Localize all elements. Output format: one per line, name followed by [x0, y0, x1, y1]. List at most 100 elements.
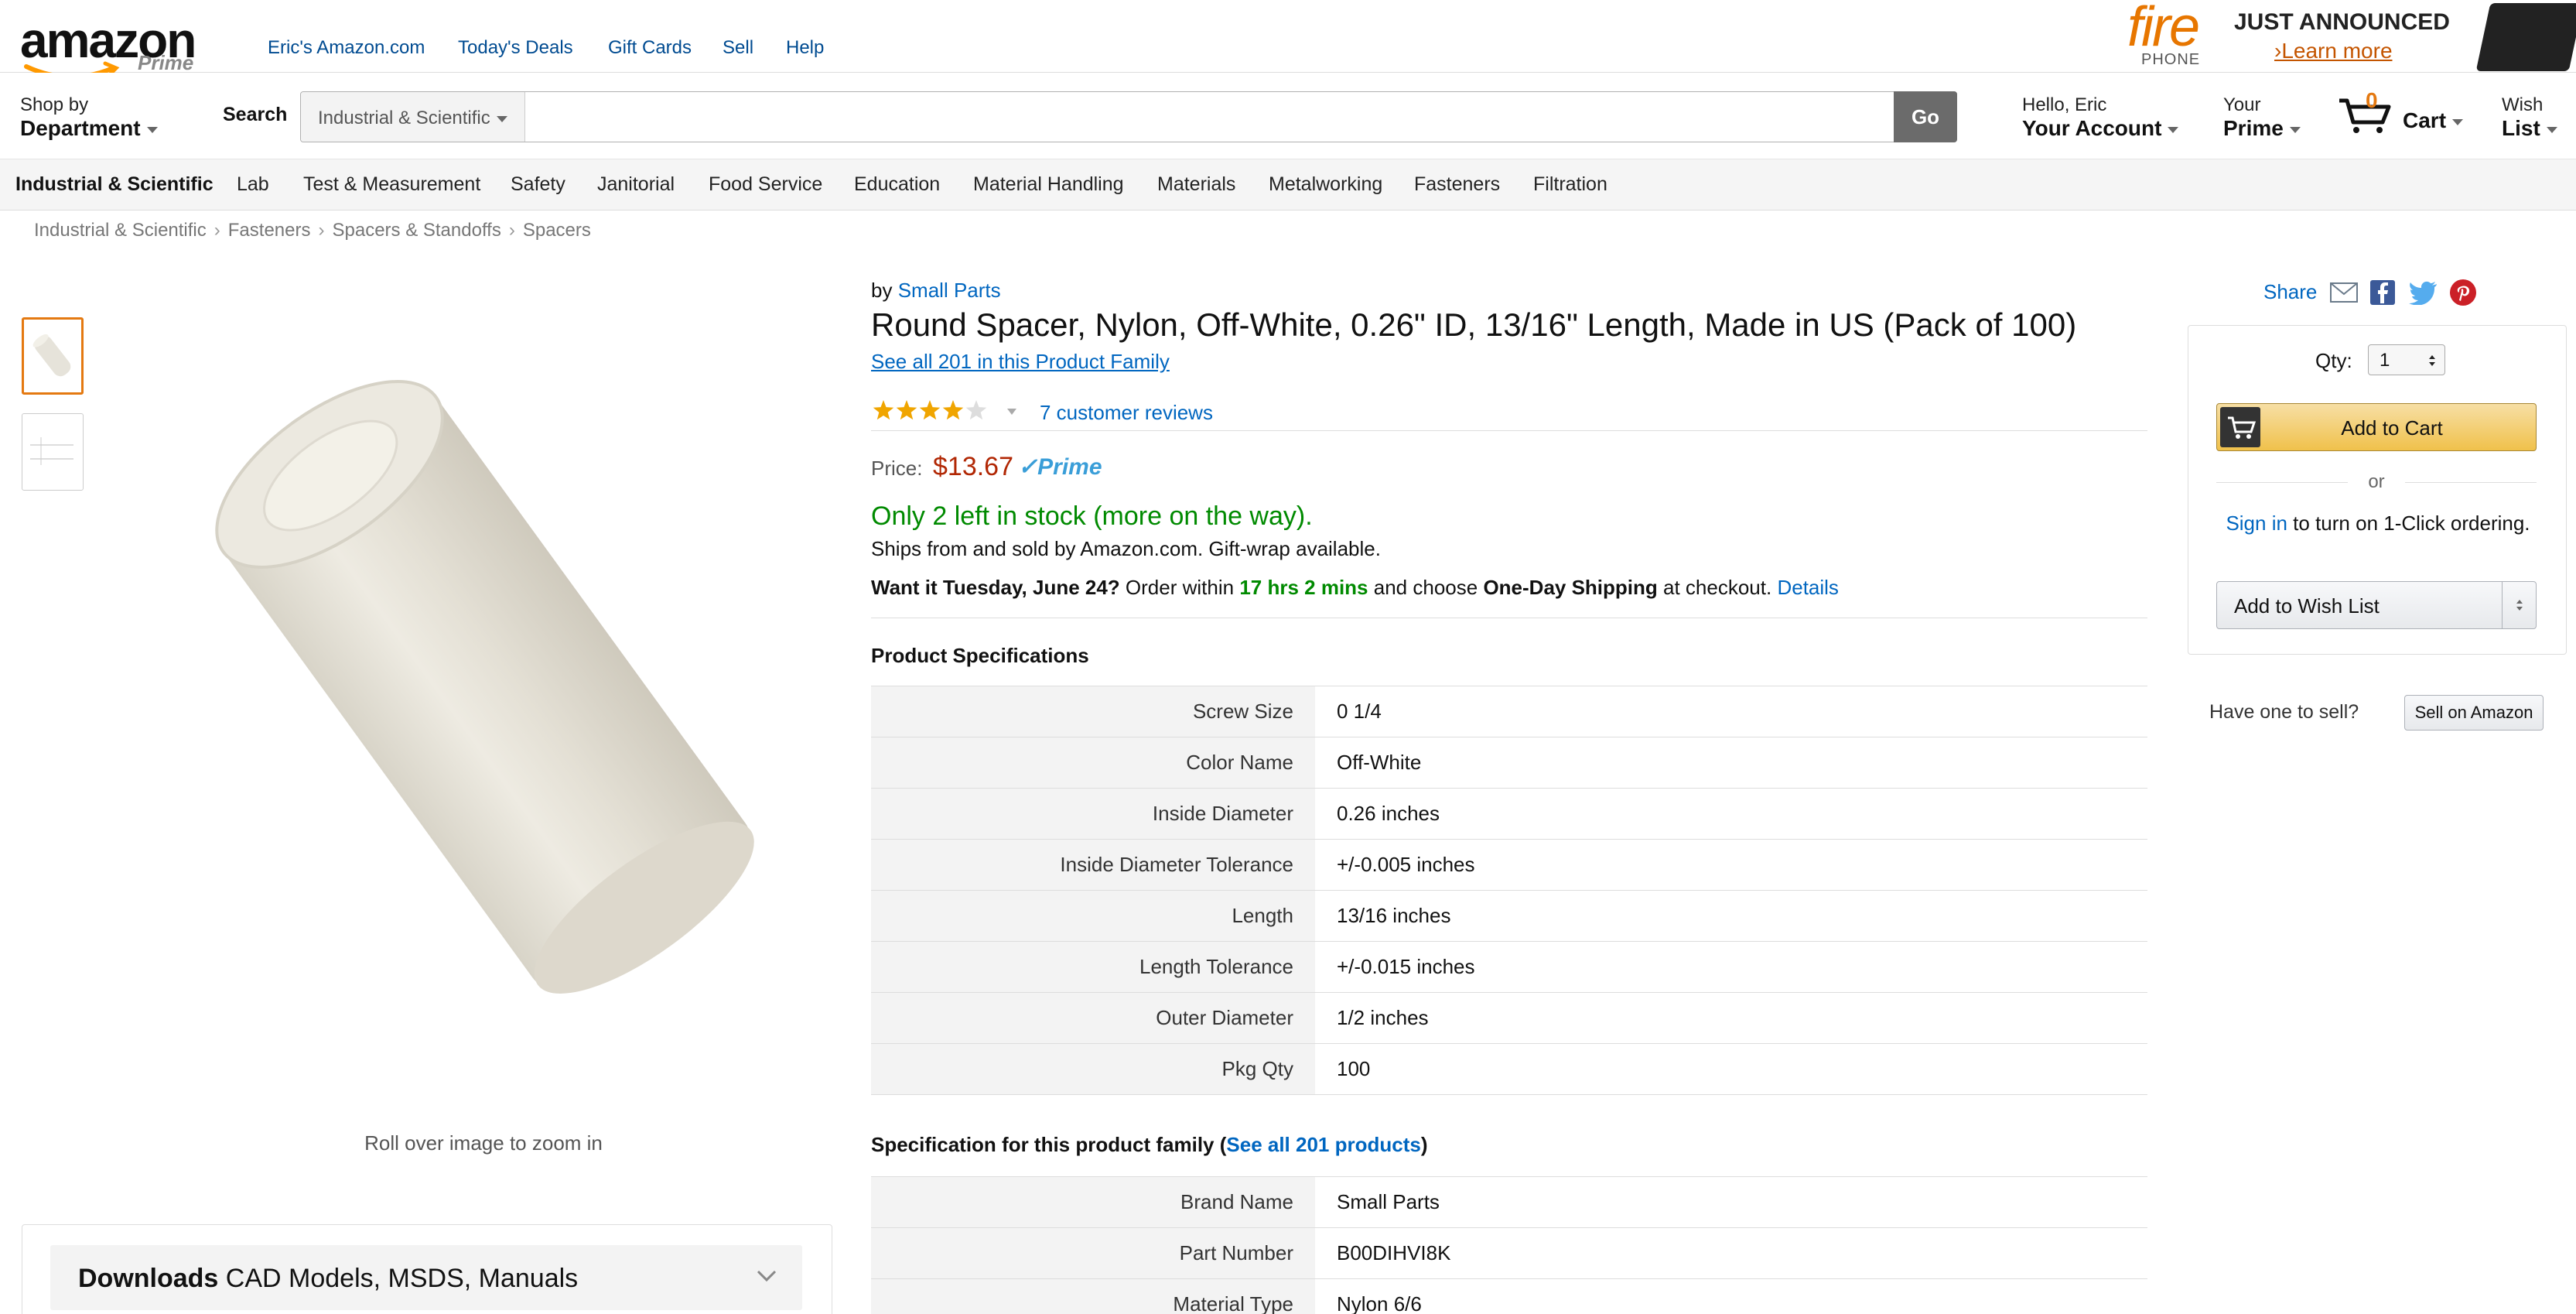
chevron-right-icon: ›	[508, 220, 515, 241]
sell-on-amazon-button[interactable]: Sell on Amazon	[2404, 695, 2544, 731]
wish-list-label: Add to Wish List	[2234, 594, 2380, 618]
qty-label: Qty:	[2315, 349, 2352, 372]
spec-value: +/-0.015 inches	[1315, 941, 2147, 993]
ad-learn-more[interactable]: ›Learn more	[2274, 39, 2393, 63]
link-your-amazon[interactable]: Eric's Amazon.com	[268, 37, 425, 59]
chevron-down-icon	[496, 115, 507, 122]
cat-metalworking[interactable]: Metalworking	[1269, 173, 1382, 196]
qty-value: 1	[2380, 350, 2390, 371]
spec-row: Material Type Nylon 6/6	[871, 1278, 2147, 1314]
go-button[interactable]: Go	[1894, 91, 1957, 142]
cat-materials[interactable]: Materials	[1157, 173, 1235, 196]
thumbnail-2[interactable]	[22, 413, 84, 491]
wish-list-menu[interactable]: Wish List	[2502, 94, 2557, 141]
search-input[interactable]	[527, 92, 1904, 142]
product-main-image[interactable]	[116, 310, 843, 1052]
spec-key: Part Number	[871, 1227, 1315, 1279]
crumb-industrial[interactable]: Industrial & Scientific	[34, 220, 207, 241]
crumb-spacers-standoffs[interactable]: Spacers & Standoffs	[332, 220, 501, 241]
cat-filtration[interactable]: Filtration	[1533, 173, 1607, 196]
spec-value: 100	[1315, 1043, 2147, 1095]
ad-sub: PHONE	[2141, 51, 2201, 68]
fire-phone-ad[interactable]: fire PHONE JUST ANNOUNCED ›Learn more	[2120, 0, 2576, 73]
one-click-text: to turn on 1-Click ordering.	[2293, 512, 2530, 535]
cat-food-service[interactable]: Food Service	[709, 173, 822, 196]
or-divider: or	[2216, 471, 2537, 493]
downloads-box: Downloads CAD Models, MSDS, Manuals	[22, 1224, 832, 1314]
share-label[interactable]: Share	[2263, 280, 2317, 304]
cat-fasteners[interactable]: Fasteners	[1414, 173, 1500, 196]
updown-icon	[2516, 600, 2523, 611]
add-to-wish-list-button[interactable]: Add to Wish List	[2216, 581, 2537, 629]
nav-row: Shop by Department Search Industrial & S…	[0, 73, 2576, 159]
cat-lab[interactable]: Lab	[237, 173, 269, 196]
and-choose: and choose	[1373, 576, 1478, 599]
divider	[871, 430, 2147, 431]
wish-list-dropdown[interactable]	[2502, 582, 2536, 628]
cat-education[interactable]: Education	[854, 173, 940, 196]
cat-janitorial[interactable]: Janitorial	[597, 173, 675, 196]
cat-material-handling[interactable]: Material Handling	[973, 173, 1124, 196]
facebook-icon[interactable]	[2370, 280, 2395, 305]
delivery-message: Want it Tuesday, June 24? Order within 1…	[871, 576, 1839, 600]
spec-row: Inside Diameter Tolerance +/-0.005 inches	[871, 839, 2147, 891]
at-checkout: at checkout.	[1663, 576, 1772, 599]
brand-link[interactable]: Small Parts	[898, 279, 1001, 302]
ad-headline: JUST ANNOUNCED	[2234, 9, 2450, 35]
cat-industrial[interactable]: Industrial & Scientific	[15, 173, 214, 196]
link-help[interactable]: Help	[786, 37, 824, 59]
amazon-logo[interactable]: amazon Prime	[20, 15, 198, 80]
spec-row: Brand Name Small Parts	[871, 1176, 2147, 1228]
spec-key: Inside Diameter	[871, 788, 1315, 840]
crumb-spacers[interactable]: Spacers	[523, 220, 591, 241]
twitter-icon[interactable]	[2409, 280, 2438, 305]
downloads-title: Downloads	[78, 1264, 219, 1293]
chevron-down-icon	[2546, 126, 2557, 133]
family-specs-table: Brand Name Small Parts Part Number B00DIHVI…	[871, 1176, 2147, 1314]
details-link[interactable]: Details	[1777, 576, 1838, 599]
wish-small: Wish	[2502, 94, 2544, 115]
star-icon	[873, 400, 894, 420]
spec-key: Color Name	[871, 737, 1315, 789]
spec-value: 13/16 inches	[1315, 890, 2147, 942]
link-gift-cards[interactable]: Gift Cards	[608, 37, 692, 59]
search-label: Search	[223, 104, 288, 125]
or-line-right	[2405, 482, 2537, 483]
your-prime-menu[interactable]: Your Prime	[2223, 94, 2301, 141]
cat-test-measurement[interactable]: Test & Measurement	[303, 173, 480, 196]
email-icon[interactable]	[2330, 282, 2358, 303]
thumbnail-1[interactable]	[22, 317, 84, 395]
specs-heading: Product Specifications	[871, 644, 1089, 667]
sign-in-link[interactable]: Sign in	[2226, 512, 2287, 535]
prime-small: Your	[2223, 94, 2261, 115]
zoom-hint: Roll over image to zoom in	[364, 1131, 603, 1155]
cat-safety[interactable]: Safety	[511, 173, 565, 196]
price-value: $13.67	[933, 452, 1013, 481]
search-category-value: Industrial & Scientific	[318, 108, 490, 128]
cart-button[interactable]: 0 Cart	[2338, 88, 2469, 136]
pinterest-icon[interactable]	[2449, 279, 2477, 306]
link-todays-deals[interactable]: Today's Deals	[458, 37, 573, 59]
updown-icon	[2429, 355, 2435, 366]
cart-icon	[2339, 98, 2391, 133]
chevron-down-icon	[757, 1270, 777, 1282]
search-category-select[interactable]: Industrial & Scientific	[301, 92, 525, 142]
prime-label: Prime	[2223, 116, 2284, 140]
chevron-down-icon[interactable]	[1006, 407, 1018, 416]
by-text: by	[871, 279, 893, 302]
customer-reviews-link[interactable]: 7 customer reviews	[1040, 401, 1213, 425]
link-sell[interactable]: Sell	[723, 37, 753, 59]
downloads-header[interactable]: Downloads CAD Models, MSDS, Manuals	[50, 1245, 802, 1310]
spec-key: Outer Diameter	[871, 992, 1315, 1044]
shop-by-department[interactable]: Shop by Department	[20, 94, 158, 141]
star-rating[interactable]	[871, 398, 995, 424]
family-heading-b: )	[1420, 1133, 1428, 1156]
order-within: Order within	[1125, 576, 1235, 599]
add-to-cart-button[interactable]: Add to Cart	[2216, 403, 2537, 451]
spec-row: Screw Size 0 1/4	[871, 686, 2147, 737]
product-family-link[interactable]: See all 201 in this Product Family	[871, 350, 1170, 374]
your-account-menu[interactable]: Hello, Eric Your Account	[2022, 94, 2179, 141]
crumb-fasteners[interactable]: Fasteners	[228, 220, 311, 241]
quantity-select[interactable]: 1	[2368, 344, 2445, 375]
see-all-products-link[interactable]: See all 201 products	[1226, 1133, 1420, 1156]
